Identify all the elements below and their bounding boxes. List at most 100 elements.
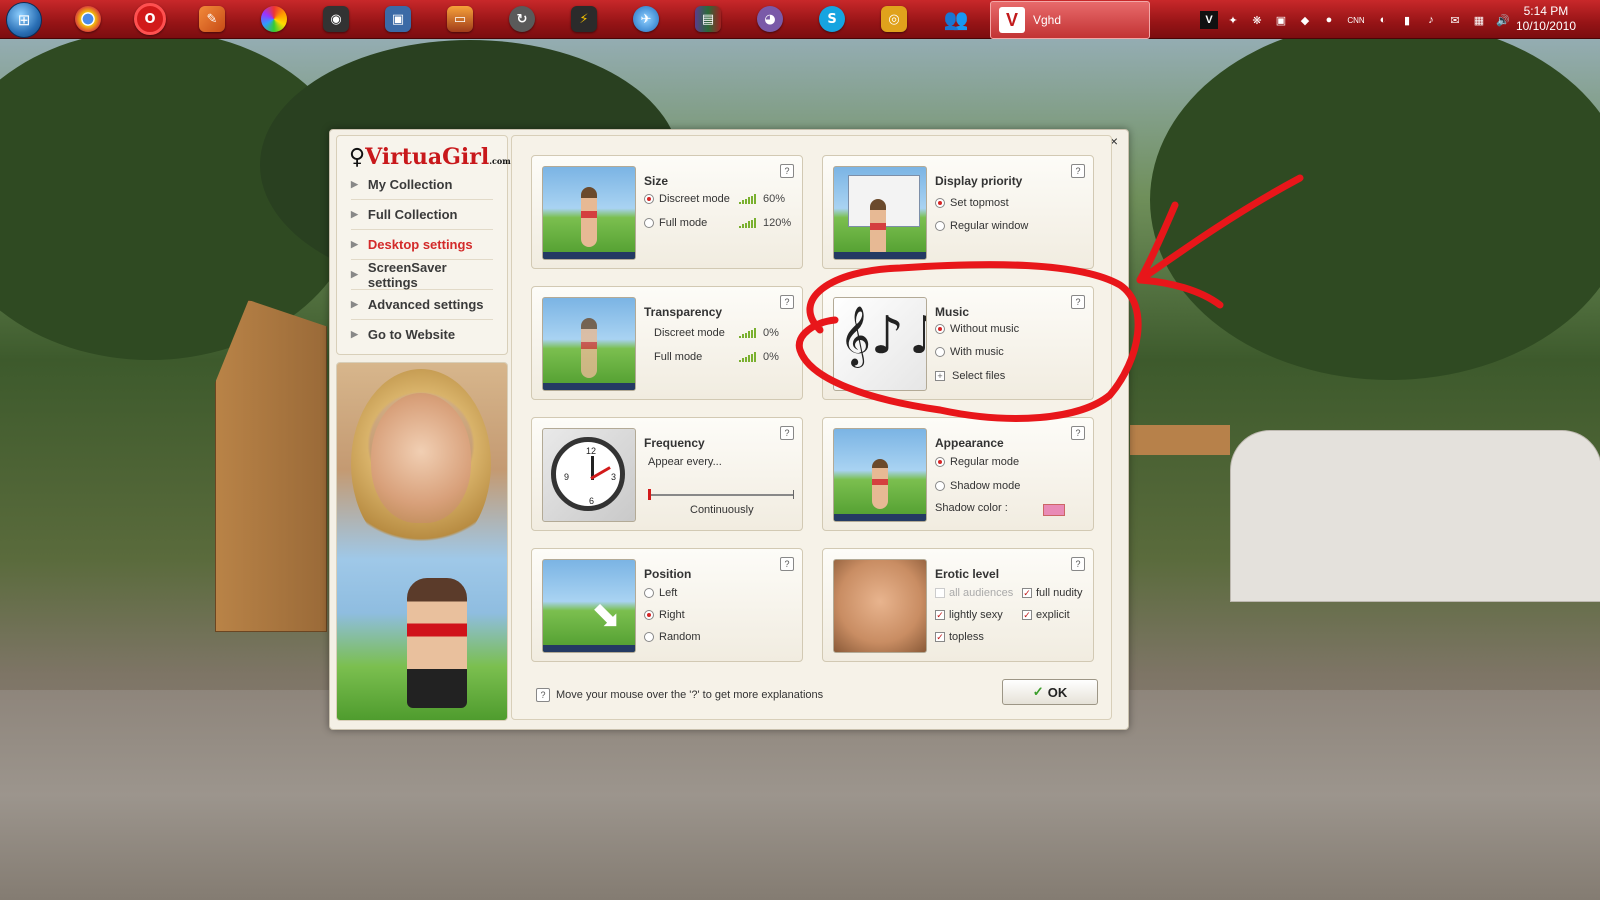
help-icon[interactable]: ? — [1071, 426, 1085, 440]
level-bars-icon[interactable] — [739, 352, 756, 362]
panel-title: Erotic level — [935, 567, 1000, 581]
checkbox-icon: ✓ — [1022, 610, 1032, 620]
email-icon[interactable]: ✈ — [626, 3, 666, 35]
tray-app-icon[interactable]: ▦ — [1470, 11, 1488, 29]
size-discreet-radio[interactable]: Discreet mode — [644, 193, 730, 205]
without-music-radio[interactable]: Without music — [935, 323, 1019, 335]
topless-checkbox[interactable]: ✓ topless — [935, 631, 984, 643]
panel-title: Music — [935, 305, 970, 319]
full-nudity-checkbox[interactable]: ✓ full nudity — [1022, 587, 1082, 599]
camera-icon[interactable]: ◉ — [316, 3, 356, 35]
picasa-icon[interactable] — [254, 3, 294, 35]
help-icon[interactable]: ? — [1071, 557, 1085, 571]
option-label: Select files — [952, 370, 1006, 382]
position-right-radio[interactable]: Right — [644, 609, 685, 621]
explicit-checkbox[interactable]: ✓ explicit — [1022, 609, 1070, 621]
size-discreet-value: 60% — [763, 193, 786, 205]
opera-icon[interactable]: O — [130, 3, 170, 35]
nav-item-desktop-settings[interactable]: ▶ Desktop settings — [351, 230, 493, 260]
size-full-value: 120% — [763, 217, 792, 229]
tray-app-icon[interactable]: ▣ — [1272, 11, 1290, 29]
music-notes-icon: 𝄞♪♫ — [840, 306, 926, 366]
with-music-radio[interactable]: With music — [935, 346, 1004, 358]
display-priority-panel: Display priority ? Set topmost Regular w… — [822, 155, 1094, 269]
tray-app-icon[interactable]: ◆ — [1296, 11, 1314, 29]
radio-icon — [644, 194, 654, 204]
transparency-discreet-label: Discreet mode — [654, 327, 725, 339]
nav-item-full-collection[interactable]: ▶ Full Collection — [351, 200, 493, 230]
figure-image — [581, 187, 597, 247]
target-icon[interactable]: ◎ — [874, 3, 914, 35]
help-icon[interactable]: ? — [780, 557, 794, 571]
screen-icon[interactable]: ▣ — [378, 3, 418, 35]
shadow-mode-radio[interactable]: Shadow mode — [935, 480, 1020, 492]
chrome-icon[interactable] — [68, 3, 108, 35]
clock[interactable]: 5:14 PM 10/10/2010 — [1516, 4, 1576, 34]
winamp-icon[interactable]: ⚡ — [564, 3, 604, 35]
skype-icon[interactable]: S — [812, 3, 852, 35]
tray-app-icon[interactable]: ✦ — [1224, 11, 1242, 29]
help-icon[interactable]: ? — [1071, 164, 1085, 178]
tray-app-icon[interactable]: ❋ — [1248, 11, 1266, 29]
level-bars-icon[interactable] — [739, 328, 756, 338]
tree-foliage — [0, 30, 360, 360]
help-icon[interactable]: ? — [780, 426, 794, 440]
lightly-sexy-checkbox[interactable]: ✓ lightly sexy — [935, 609, 1003, 621]
vghd-tray-icon[interactable]: V — [1200, 11, 1218, 29]
shadow-color-swatch[interactable] — [1043, 504, 1065, 516]
radio-icon — [644, 218, 654, 228]
all-audiences-checkbox: all audiences — [935, 587, 1013, 599]
start-button[interactable]: ⊞ — [6, 2, 42, 38]
tray-app-icon[interactable]: ✉ — [1446, 11, 1464, 29]
help-icon[interactable]: ? — [1071, 295, 1085, 309]
tray-app-icon[interactable]: ◐ — [1374, 11, 1392, 29]
option-label: Regular window — [950, 220, 1029, 232]
option-label: explicit — [1036, 609, 1070, 621]
set-topmost-radio[interactable]: Set topmost — [935, 197, 1009, 209]
help-icon[interactable]: ? — [536, 688, 550, 702]
app-icon[interactable]: ✎ — [192, 3, 232, 35]
nav-item-advanced-settings[interactable]: ▶ Advanced settings — [351, 290, 493, 320]
transparency-discreet-value: 0% — [763, 327, 779, 339]
tray-app-icon[interactable]: ● — [1320, 11, 1338, 29]
network-icon[interactable]: ▮ — [1398, 11, 1416, 29]
position-random-radio[interactable]: Random — [644, 631, 701, 643]
help-icon[interactable]: ? — [780, 164, 794, 178]
radio-icon — [644, 588, 654, 598]
panel-title: Position — [644, 567, 692, 581]
promo-figure — [407, 578, 467, 708]
option-label: Right — [659, 609, 685, 621]
pidgin-icon[interactable]: ◕ — [750, 3, 790, 35]
logo-icon: ♀ — [349, 144, 366, 170]
regular-mode-radio[interactable]: Regular mode — [935, 456, 1019, 468]
taskbar-button-vghd[interactable]: V Vghd — [990, 1, 1150, 39]
white-tent — [1230, 430, 1600, 602]
rar-icon[interactable]: ▤ — [688, 3, 728, 35]
size-full-radio[interactable]: Full mode — [644, 217, 707, 229]
shadow-color-label: Shadow color : — [935, 502, 1008, 514]
arrow-right-icon: ▶ — [351, 239, 358, 249]
regular-window-radio[interactable]: Regular window — [935, 220, 1028, 232]
size-panel: Size ? Discreet mode 60% Full mode 120% — [531, 155, 803, 269]
volume-icon[interactable]: 🔊 — [1494, 11, 1512, 29]
position-left-radio[interactable]: Left — [644, 587, 677, 599]
cnn-tray-icon[interactable]: CNN — [1344, 11, 1368, 29]
radio-icon — [935, 221, 945, 231]
option-label: Discreet mode — [654, 327, 725, 339]
nav-item-go-to-website[interactable]: ▶ Go to Website — [351, 320, 493, 349]
help-icon[interactable]: ? — [780, 295, 794, 309]
tray-app-icon[interactable]: ♪ — [1422, 11, 1440, 29]
photo-icon[interactable]: ▭ — [440, 3, 480, 35]
position-panel: ⬊ Position ? Left Right Random — [531, 548, 803, 662]
sync-icon[interactable]: ↻ — [502, 3, 542, 35]
nav-item-screensaver-settings[interactable]: ▶ ScreenSaver settings — [351, 260, 493, 290]
messenger-icon[interactable]: 👥 — [936, 3, 976, 35]
vghd-app-icon: V — [999, 7, 1025, 33]
select-files-button[interactable]: + Select files — [935, 370, 1005, 382]
nav-item-my-collection[interactable]: ▶ My Collection — [351, 170, 493, 200]
promo-face — [371, 393, 471, 523]
slider-knob[interactable] — [648, 489, 651, 500]
ok-button[interactable]: ✓ OK — [1002, 679, 1098, 705]
size-thumbnail — [542, 166, 636, 260]
frequency-slider[interactable] — [648, 489, 794, 500]
